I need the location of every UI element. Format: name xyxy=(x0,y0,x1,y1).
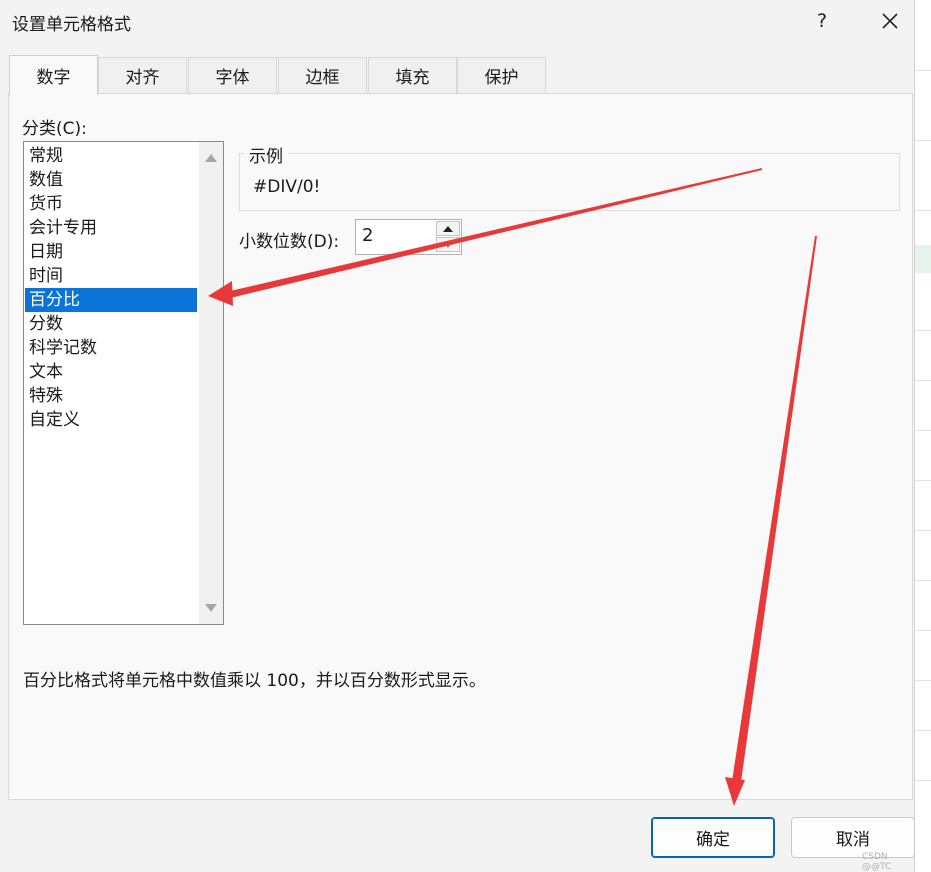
background-grid-line xyxy=(915,630,931,631)
background-spreadsheet-strip xyxy=(914,0,931,872)
close-button[interactable] xyxy=(870,6,910,36)
background-grid-line xyxy=(915,380,931,381)
background-grid-line xyxy=(915,580,931,581)
format-cells-dialog: 设置单元格格式 ? 数字 对齐 字体 边框 填充 保护 分类(C): 常规 数值… xyxy=(0,0,915,872)
background-grid-line xyxy=(915,530,931,531)
category-item-special[interactable]: 特殊 xyxy=(25,384,197,408)
background-grid-line xyxy=(915,480,931,481)
sample-label: 示例 xyxy=(244,142,288,167)
tab-number[interactable]: 数字 xyxy=(9,55,98,95)
tab-alignment[interactable]: 对齐 xyxy=(98,57,187,93)
background-grid-line xyxy=(915,680,931,681)
sample-groupbox xyxy=(239,153,900,211)
scroll-down-arrow-icon[interactable] xyxy=(205,604,217,612)
category-item-date[interactable]: 日期 xyxy=(25,240,197,264)
background-grid-line xyxy=(915,140,931,141)
triangle-up-icon xyxy=(443,226,453,232)
close-icon xyxy=(882,13,898,29)
tab-fill[interactable]: 填充 xyxy=(368,57,457,93)
tab-font[interactable]: 字体 xyxy=(188,57,277,93)
decimal-places-spinner[interactable]: 2 xyxy=(355,219,462,255)
category-item-accounting[interactable]: 会计专用 xyxy=(25,216,197,240)
category-list[interactable]: 常规 数值 货币 会计专用 日期 时间 百分比 分数 科学记数 文本 特殊 自定… xyxy=(23,141,224,625)
decimal-places-label: 小数位数(D): xyxy=(239,232,340,252)
category-item-general[interactable]: 常规 xyxy=(25,144,197,168)
format-description: 百分比格式将单元格中数值乘以 100，并以百分数形式显示。 xyxy=(23,671,486,691)
background-cell-highlight xyxy=(915,245,931,273)
ok-button[interactable]: 确定 xyxy=(651,817,775,858)
category-label: 分类(C): xyxy=(22,119,87,139)
background-grid-line xyxy=(915,70,931,71)
scroll-up-arrow-icon[interactable] xyxy=(205,154,217,162)
category-item-number[interactable]: 数值 xyxy=(25,168,197,192)
decimal-places-value[interactable]: 2 xyxy=(362,225,373,246)
help-button[interactable]: ? xyxy=(802,6,842,36)
category-item-scientific[interactable]: 科学记数 xyxy=(25,336,197,360)
watermark-text: CSDN @@TC xyxy=(862,852,892,872)
dialog-title: 设置单元格格式 xyxy=(12,15,131,35)
category-item-time[interactable]: 时间 xyxy=(25,264,197,288)
sample-value: #DIV/0! xyxy=(253,177,321,197)
background-grid-line xyxy=(915,780,931,781)
category-item-custom[interactable]: 自定义 xyxy=(25,408,197,432)
tab-protection[interactable]: 保护 xyxy=(457,57,546,93)
category-item-currency[interactable]: 货币 xyxy=(25,192,197,216)
background-grid-line xyxy=(915,210,931,211)
spin-down-button[interactable] xyxy=(436,237,460,252)
background-grid-line xyxy=(915,330,931,331)
background-grid-line xyxy=(915,430,931,431)
category-item-fraction[interactable]: 分数 xyxy=(25,312,197,336)
category-item-text[interactable]: 文本 xyxy=(25,360,197,384)
category-list-scrollbar[interactable] xyxy=(199,142,223,624)
category-item-percentage[interactable]: 百分比 xyxy=(25,288,197,312)
tab-border[interactable]: 边框 xyxy=(278,57,367,93)
spin-up-button[interactable] xyxy=(436,221,460,236)
triangle-down-icon xyxy=(443,242,453,248)
background-grid-line xyxy=(915,730,931,731)
